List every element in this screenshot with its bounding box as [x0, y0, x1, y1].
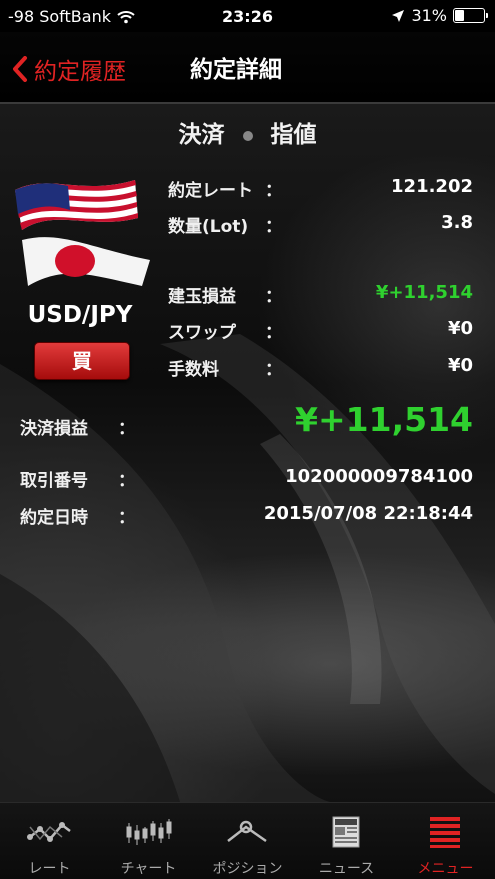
rate-value: 121.202	[391, 176, 473, 197]
trade-type-header: 決済 指値	[0, 115, 495, 149]
settle-pl-value: ¥+11,514	[295, 400, 473, 439]
currency-pair: USD/JPY	[27, 302, 133, 328]
currency-flags-icon	[15, 180, 150, 286]
back-button[interactable]: 約定履歴	[12, 52, 126, 86]
date-value: 2015/07/08 22:18:44	[263, 503, 473, 524]
tab-menu-label: メニュー	[417, 861, 474, 877]
tab-position-label: ポジション	[212, 861, 283, 877]
chevron-left-icon	[13, 56, 27, 82]
trade-no-label: 取引番号	[20, 471, 88, 491]
tab-news-label: ニュース	[318, 861, 375, 877]
tab-chart[interactable]: チャート	[99, 803, 198, 879]
menu-icon	[430, 817, 460, 848]
fee-colon: ：	[265, 360, 282, 380]
position-pl-label: 建玉損益	[168, 287, 236, 307]
order-type: 指値	[270, 122, 317, 148]
fee-label: 手数料	[168, 360, 219, 380]
lot-label: 数量(Lot)	[168, 217, 249, 237]
date-colon: ：	[118, 508, 135, 528]
swap-value: ¥0	[447, 318, 473, 339]
tab-news[interactable]: ニュース	[297, 803, 396, 879]
position-icon	[227, 820, 267, 843]
lot-value: 3.8	[441, 212, 473, 233]
tab-rate[interactable]: レート	[0, 803, 99, 879]
news-icon	[332, 816, 360, 848]
trade-type: 決済	[178, 122, 225, 148]
separator-dot	[242, 130, 253, 141]
tab-menu[interactable]: メニュー	[396, 803, 495, 879]
navigation-bar: 約定履歴 約定詳細	[0, 32, 495, 104]
lot-colon: ：	[265, 217, 282, 237]
settle-pl-label: 決済損益	[20, 419, 88, 439]
tab-chart-label: チャート	[120, 861, 177, 877]
swap-colon: ：	[265, 323, 282, 343]
position-pl-colon: ：	[265, 287, 282, 307]
tab-position[interactable]: ポジション	[198, 803, 297, 879]
swap-label: スワップ	[168, 323, 236, 343]
candlestick-icon	[126, 819, 172, 845]
us-flag-icon	[15, 180, 138, 230]
rate-label: 約定レート	[168, 181, 253, 201]
buy-badge: 買	[34, 342, 130, 380]
back-label: 約定履歴	[34, 59, 126, 85]
page-title: 約定詳細	[190, 57, 282, 83]
battery-fill	[455, 10, 465, 21]
trade-no-value: 102000009784100	[285, 466, 473, 487]
trade-no-colon: ：	[118, 471, 135, 491]
battery-icon	[453, 8, 488, 23]
settle-pl-colon: ：	[118, 419, 135, 439]
japan-flag-icon	[22, 237, 150, 286]
battery-percent: 31%	[411, 6, 447, 25]
status-right: 31%	[391, 6, 488, 25]
rate-colon: ：	[265, 181, 282, 201]
tab-bar: レート チャート ポジション ニュース メニュー	[0, 802, 495, 879]
date-label: 約定日時	[20, 508, 88, 528]
tab-rate-label: レート	[28, 861, 71, 877]
fee-value: ¥0	[447, 355, 473, 376]
location-arrow-icon	[392, 9, 405, 22]
rate-chart-icon	[27, 822, 71, 842]
status-bar: -98 SoftBank 23:26 31%	[0, 0, 495, 32]
position-pl-value: ¥+11,514	[375, 282, 473, 303]
